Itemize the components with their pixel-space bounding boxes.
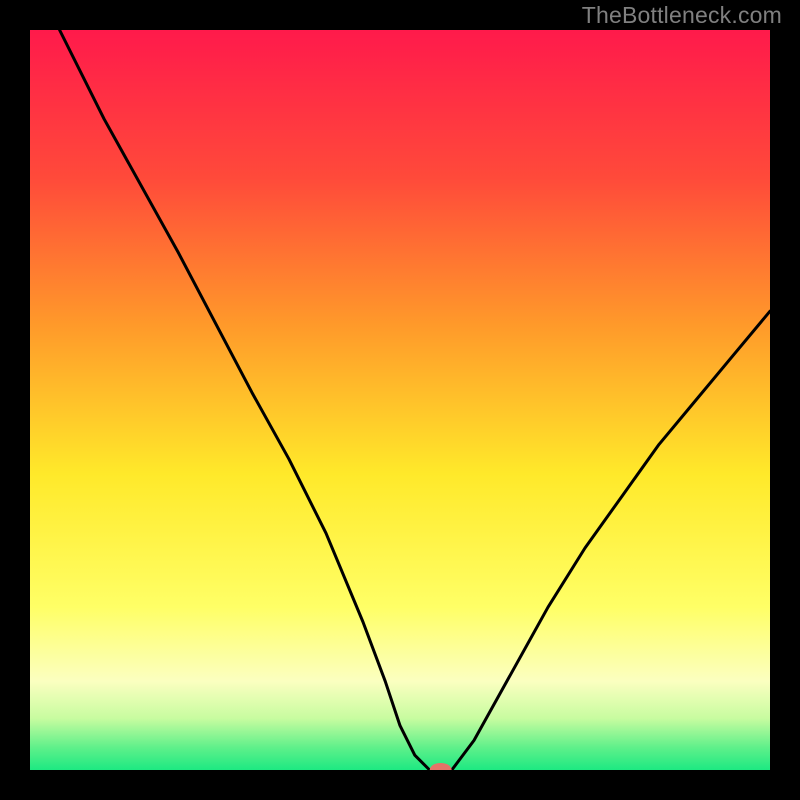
chart-stage: TheBottleneck.com: [0, 0, 800, 800]
chart-background: [30, 30, 770, 770]
watermark-text: TheBottleneck.com: [582, 2, 782, 29]
chart-svg: [0, 0, 800, 800]
